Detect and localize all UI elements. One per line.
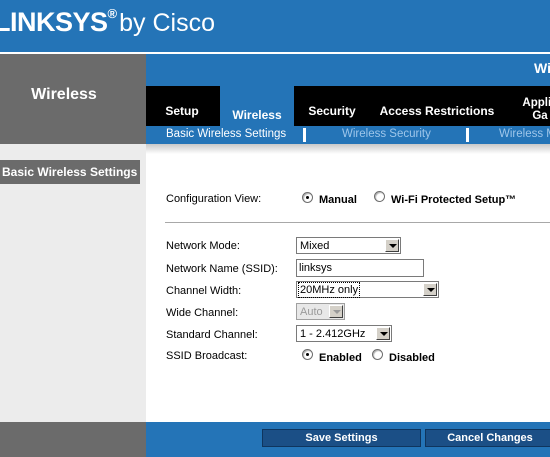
network-mode-label: Network Mode: — [166, 240, 240, 252]
subnav-separator — [466, 128, 469, 142]
linksys-logo: LINKSYS®by Cisco — [0, 6, 215, 38]
cancel-changes-button[interactable]: Cancel Changes — [425, 429, 550, 447]
brand-name: LINKSYS — [0, 7, 108, 37]
tab-applications-gaming[interactable]: Applic Ga — [510, 96, 550, 124]
configuration-view-label: Configuration View: — [166, 193, 262, 205]
network-mode-value: Mixed — [300, 240, 330, 252]
tab-label: Setup — [165, 104, 199, 118]
ssid-broadcast-label: SSID Broadcast: — [166, 350, 248, 362]
disabled-radio[interactable] — [372, 349, 383, 360]
wps-radio[interactable] — [374, 191, 385, 202]
tab-label-line2: Ga — [532, 110, 548, 122]
enabled-radio[interactable] — [302, 349, 313, 360]
chevron-down-icon — [423, 283, 437, 296]
channel-width-label: Channel Width: — [166, 285, 242, 297]
chevron-down-icon — [376, 327, 390, 340]
ssid-label: Network Name (SSID): — [166, 263, 278, 275]
subtab-wireless-security[interactable]: Wireless Security — [342, 128, 431, 140]
tab-label: Access Restrictions — [379, 104, 495, 118]
disabled-radio-label: Disabled — [389, 352, 435, 364]
standard-channel-value: 1 - 2.412GHz — [300, 328, 366, 340]
wps-radio-label: Wi-Fi Protected Setup™ — [391, 194, 517, 206]
tab-access-restrictions[interactable]: Access Restrictions — [370, 104, 504, 118]
tab-label-line1: Applic — [522, 97, 550, 109]
chevron-down-icon — [385, 239, 399, 252]
ssid-input[interactable] — [296, 259, 424, 277]
tab-label: Security — [308, 104, 356, 118]
chevron-down-icon — [329, 305, 343, 318]
tab-wireless[interactable]: Wireless — [220, 86, 294, 126]
product-name: Wi — [534, 60, 550, 76]
sidebar-heading-text: Basic Wireless Settings — [2, 165, 138, 179]
standard-channel-label: Standard Channel: — [166, 329, 258, 341]
tab-security[interactable]: Security — [300, 104, 364, 118]
standard-channel-select[interactable]: 1 - 2.412GHz — [296, 325, 392, 342]
tab-setup[interactable]: Setup — [150, 104, 214, 118]
network-mode-select[interactable]: Mixed — [296, 237, 401, 254]
product-strip — [146, 54, 550, 86]
content-shadow — [146, 144, 550, 154]
wide-channel-value: Auto — [300, 306, 323, 318]
subnav-separator — [303, 128, 306, 142]
registered-mark: ® — [107, 6, 118, 21]
enabled-radio-label: Enabled — [319, 352, 362, 364]
subtab-basic-wireless-settings[interactable]: Basic Wireless Settings — [166, 128, 286, 140]
channel-width-select[interactable]: 20MHz only — [296, 281, 439, 298]
section-title: Wireless — [31, 86, 97, 103]
sidebar-heading: Basic Wireless Settings — [0, 160, 140, 184]
wide-channel-select: Auto — [296, 303, 345, 320]
manual-radio[interactable] — [302, 192, 313, 203]
save-settings-button[interactable]: Save Settings — [262, 429, 421, 447]
wide-channel-label: Wide Channel: — [166, 307, 239, 319]
subtab-wireless-mac[interactable]: Wireless M — [499, 128, 550, 140]
section-divider — [165, 222, 550, 223]
sidebar — [0, 144, 146, 422]
tab-label: Wireless — [232, 108, 282, 122]
footer-left-panel — [0, 422, 146, 457]
brand-by-cisco: by Cisco — [119, 9, 215, 37]
channel-width-value: 20MHz only — [297, 282, 361, 298]
manual-radio-label: Manual — [319, 194, 357, 206]
